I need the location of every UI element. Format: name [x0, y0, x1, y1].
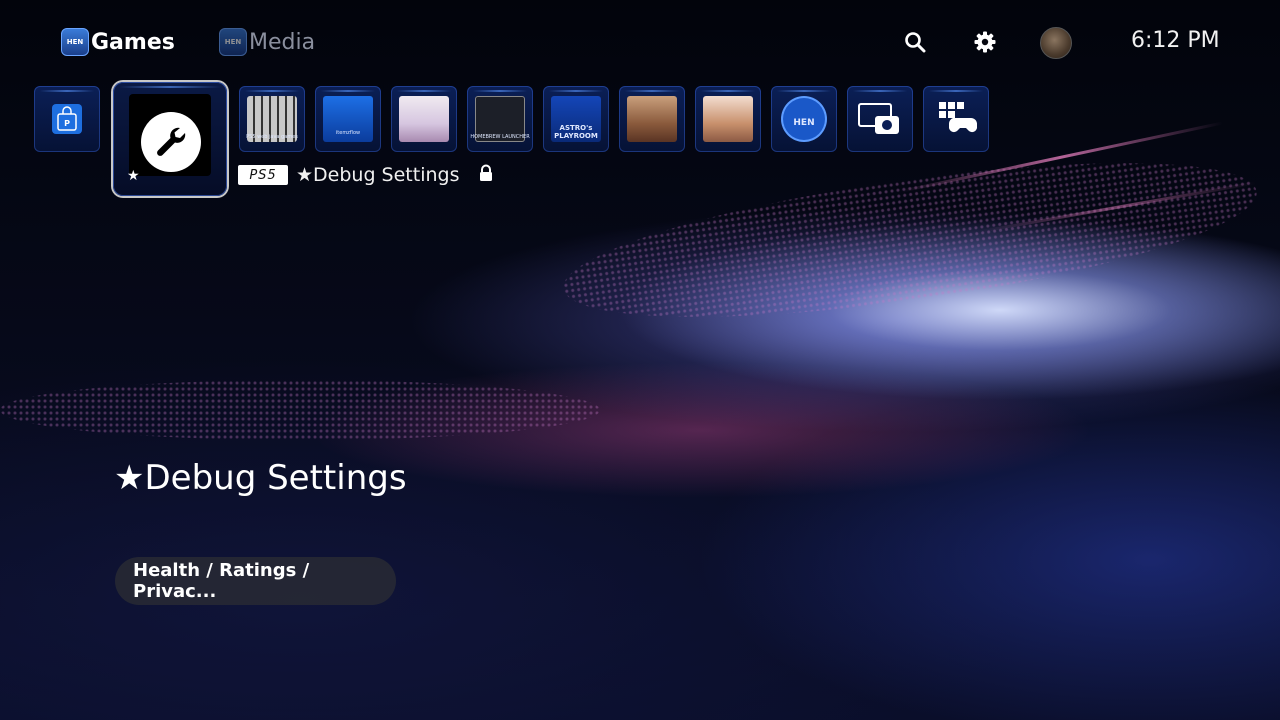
tile-anime-game-3[interactable] [695, 86, 761, 152]
tile-debug-settings[interactable]: ★ [113, 82, 227, 196]
focused-title-row: PS5 ★Debug Settings [238, 164, 494, 186]
tile-game-library[interactable] [923, 86, 989, 152]
tile-hen-app[interactable]: HEN [771, 86, 837, 152]
tile-label: PS5 web java games [246, 134, 298, 140]
avatar[interactable] [1040, 27, 1072, 59]
tile-anime-game-2[interactable] [619, 86, 685, 152]
tile-label: itemzflow [335, 130, 361, 136]
ps-store-icon: P [52, 104, 82, 134]
svg-text:P: P [64, 119, 70, 128]
tile-itemzflow[interactable]: itemzflow [315, 86, 381, 152]
tab-media[interactable]: HEN Media [219, 28, 315, 56]
lock-icon [478, 164, 494, 186]
tab-media-label: Media [249, 29, 316, 55]
info-pill-label: Health / Ratings / Privac... [133, 560, 310, 602]
tile-playstation-store[interactable]: P [34, 86, 100, 152]
wrench-icon [141, 112, 201, 172]
ps5-badge: PS5 [238, 165, 288, 185]
tile-artwork [703, 96, 753, 142]
particle-field-lower [0, 380, 600, 440]
gear-icon[interactable] [973, 30, 997, 54]
focused-title-small: ★Debug Settings [296, 164, 460, 186]
tile-media-gallery[interactable] [847, 86, 913, 152]
tile-anime-game-1[interactable] [391, 86, 457, 152]
tile-artwork [399, 96, 449, 142]
page-title: ★Debug Settings [114, 458, 407, 498]
tile-label: HEN [793, 118, 815, 128]
library-icon [931, 96, 981, 142]
hen-icon: HEN [219, 28, 247, 56]
tile-homebrew-launcher[interactable]: HOMEBREW LAUNCHER [467, 86, 533, 152]
tab-games-label: Games [91, 29, 175, 55]
info-pill-button[interactable]: Health / Ratings / Privac... [115, 557, 396, 605]
star-icon: ★ [127, 168, 140, 184]
tile-artwork [627, 96, 677, 142]
tile-ps5-web-java-games[interactable]: PS5 web java games [239, 86, 305, 152]
tile-astros-playroom[interactable]: ASTRO's PLAYROOM [543, 86, 609, 152]
hen-icon: HEN [61, 28, 89, 56]
clock: 6:12 PM [1131, 28, 1220, 53]
tile-label: ASTRO's PLAYROOM [554, 124, 598, 140]
search-icon[interactable] [903, 30, 927, 54]
tab-games[interactable]: HEN Games [61, 28, 175, 56]
top-navigation: HEN Games HEN Media 6:12 PM [0, 0, 1280, 84]
camera-icon [855, 96, 905, 142]
tile-label: HOMEBREW LAUNCHER [470, 134, 530, 140]
